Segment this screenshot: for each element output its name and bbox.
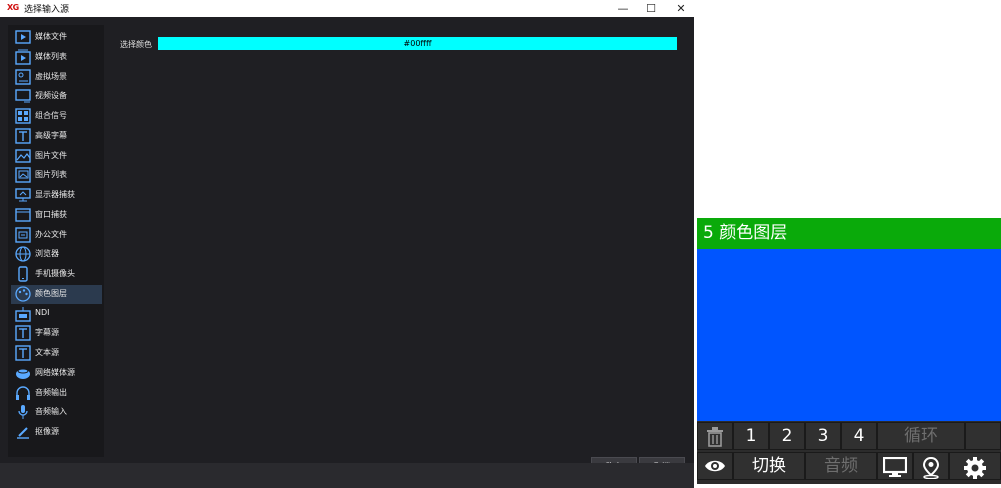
- text-source-icon: [15, 345, 31, 361]
- sidebar-item-label: 媒体列表: [35, 51, 67, 61]
- sidebar-item-label: 音频输入: [35, 407, 67, 417]
- sidebar-item-label: 窗口捕获: [35, 209, 67, 219]
- loop-button[interactable]: 循环: [877, 422, 965, 450]
- sidebar-item-18[interactable]: 网络媒体源: [11, 364, 102, 383]
- location-pin-icon: [922, 457, 940, 479]
- sidebar-item-label: 视频设备: [35, 91, 67, 101]
- trash-icon: [707, 427, 723, 447]
- text-t-icon: [15, 128, 31, 144]
- preset-1-button[interactable]: 1: [733, 422, 769, 450]
- sidebar-item-label: 组合信号: [35, 111, 67, 120]
- sidebar-item-label: 抠像源: [35, 427, 59, 436]
- color-settings-panel: 选择颜色 #00ffff 确定 取消: [104, 25, 690, 477]
- grid-icon: [15, 108, 31, 124]
- sidebar-item-10[interactable]: 窗口捕获: [11, 206, 102, 225]
- layer-title[interactable]: 5 颜色图层: [697, 218, 1001, 249]
- window-icon: [15, 207, 31, 223]
- sidebar-item-label: 图片列表: [35, 170, 67, 180]
- monitor-button[interactable]: [877, 452, 913, 480]
- minimize-button[interactable]: —: [608, 0, 638, 17]
- sidebar-item-label: 虚拟场景: [35, 71, 67, 81]
- sidebar-item-4[interactable]: 视频设备: [11, 87, 102, 106]
- color-picker-swatch[interactable]: #00ffff: [158, 37, 677, 50]
- color-label: 选择颜色: [120, 40, 152, 49]
- sidebar-item-label: 浏览器: [35, 249, 59, 259]
- delete-layer-button[interactable]: [697, 422, 733, 450]
- maximize-button[interactable]: ☐: [636, 0, 666, 17]
- layer-controls-row-1: 1 2 3 4 循环: [697, 421, 1001, 451]
- sidebar-item-13[interactable]: 手机摄像头: [11, 265, 102, 284]
- sidebar-item-label: 颜色图层: [35, 288, 67, 298]
- sidebar-item-label: 文本源: [35, 348, 59, 357]
- window-title: 选择输入源: [24, 5, 70, 15]
- sidebar-item-label: 高级字幕: [35, 130, 67, 140]
- ndi-icon: [15, 306, 31, 322]
- sidebar-item-9[interactable]: 显示器捕获: [11, 186, 102, 205]
- play-file-icon: [15, 29, 31, 45]
- sidebar-item-12[interactable]: 浏览器: [11, 245, 102, 264]
- palette-icon: [15, 286, 31, 302]
- network-icon: [15, 365, 31, 381]
- audio-button[interactable]: 音频: [805, 452, 877, 480]
- subtitle-t-icon: [15, 325, 31, 341]
- close-button[interactable]: ✕: [666, 0, 696, 17]
- status-bar: [0, 463, 694, 488]
- sidebar-item-7[interactable]: 图片文件: [11, 147, 102, 166]
- select-input-source-window: XG 选择输入源 — ☐ ✕ 媒体文件媒体列表虚拟场景视频设备组合信号高级字幕图…: [0, 0, 694, 488]
- sidebar-item-label: NDI: [35, 307, 50, 317]
- virtual-scene-icon: [15, 68, 31, 85]
- sidebar-item-14[interactable]: 颜色图层: [11, 284, 102, 304]
- sidebar-item-11[interactable]: 办公文件: [11, 226, 102, 245]
- microphone-icon: [15, 404, 31, 420]
- sidebar-item-1[interactable]: 媒体文件: [11, 28, 102, 47]
- headphone-icon: [15, 385, 31, 401]
- sidebar-item-3[interactable]: 虚拟场景: [11, 68, 102, 87]
- location-button[interactable]: [913, 452, 949, 480]
- app-logo: XG: [7, 3, 19, 12]
- sidebar-item-16[interactable]: 字幕源: [11, 324, 102, 343]
- sidebar-item-15[interactable]: NDI: [11, 305, 102, 324]
- globe-icon: [15, 246, 31, 262]
- sidebar-item-label: 网络媒体源: [35, 367, 75, 377]
- sidebar-item-6[interactable]: 高级字幕: [11, 127, 102, 146]
- switch-button[interactable]: 切换: [733, 452, 805, 480]
- gear-icon: [964, 457, 986, 479]
- layer-card: 5 颜色图层 1 2 3 4 循环 切换 音频: [697, 218, 1001, 484]
- sidebar-item-label: 显示器捕获: [35, 190, 75, 199]
- layer-controls-row-2: 切换 音频: [697, 451, 1001, 481]
- sidebar-item-2[interactable]: 媒体列表: [11, 48, 102, 67]
- eye-icon: [705, 460, 725, 472]
- title-bar: XG 选择输入源 — ☐ ✕: [0, 0, 694, 17]
- sidebar-item-label: 音频输出: [35, 387, 67, 397]
- empty-slot-button: [965, 422, 1001, 450]
- sidebar-item-21[interactable]: 抠像源: [11, 423, 102, 442]
- sidebar-item-label: 办公文件: [35, 229, 67, 239]
- office-icon: [15, 226, 31, 243]
- monitor-icon: [15, 187, 31, 203]
- layer-preview[interactable]: [697, 249, 1001, 421]
- image-list-icon: [15, 167, 31, 183]
- keying-icon: [15, 424, 31, 440]
- preset-3-button[interactable]: 3: [805, 422, 841, 450]
- sidebar-item-19[interactable]: 音频输出: [11, 384, 102, 403]
- preset-2-button[interactable]: 2: [769, 422, 805, 450]
- settings-button[interactable]: [949, 452, 1001, 480]
- sidebar-item-5[interactable]: 组合信号: [11, 107, 102, 126]
- play-list-icon: [15, 49, 31, 65]
- sidebar-item-17[interactable]: 文本源: [11, 344, 102, 363]
- visibility-button[interactable]: [697, 452, 733, 480]
- sidebar-item-8[interactable]: 图片列表: [11, 166, 102, 185]
- monitor-icon: [883, 457, 907, 477]
- phone-icon: [15, 266, 31, 282]
- sidebar-item-label: 媒体文件: [35, 32, 67, 41]
- sidebar-item-label: 手机摄像头: [35, 269, 75, 278]
- video-device-icon: [15, 88, 31, 104]
- preset-4-button[interactable]: 4: [841, 422, 877, 450]
- sidebar-item-label: 字幕源: [35, 328, 59, 338]
- sidebar-item-20[interactable]: 音频输入: [11, 403, 102, 422]
- sidebar-item-label: 图片文件: [35, 150, 67, 160]
- image-icon: [15, 148, 31, 164]
